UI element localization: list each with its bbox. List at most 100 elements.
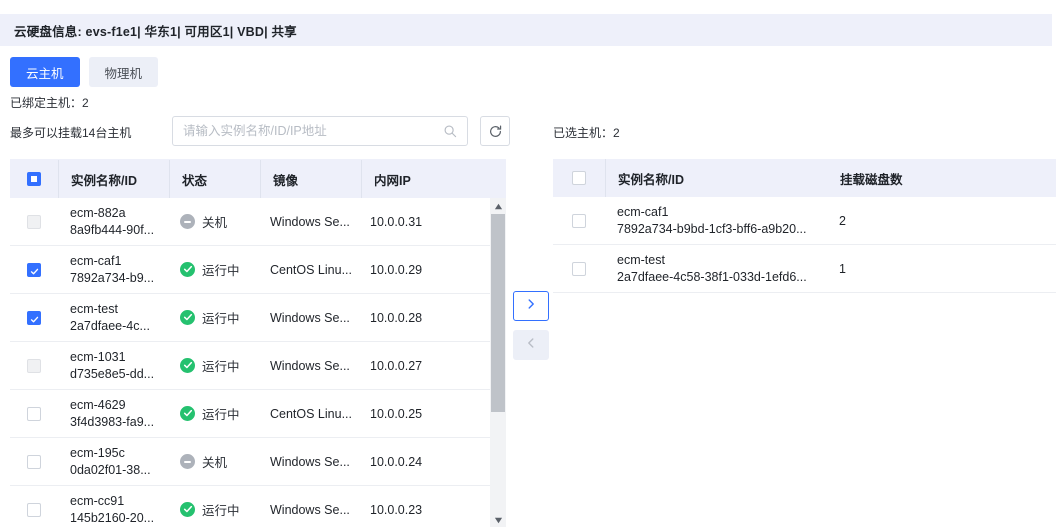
available-hosts-table-header: 实例名称/ID 状态 镜像 内网IP xyxy=(10,160,506,198)
cell-status: 运行中 xyxy=(168,404,258,423)
cell-instance-name: ecm-882a8a9fb444-90f... xyxy=(58,205,168,239)
column-header-image: 镜像 xyxy=(261,160,361,198)
status-label: 关机 xyxy=(202,212,227,231)
cell-status: 运行中 xyxy=(168,356,258,375)
instance-name: ecm-4629 xyxy=(70,397,168,414)
refresh-button[interactable] xyxy=(480,116,510,146)
cell-private-ip: 10.0.0.24 xyxy=(358,455,468,469)
cell-instance-name: ecm-cc91145b2160-20... xyxy=(58,493,168,527)
row-checkbox[interactable] xyxy=(572,262,586,276)
host-type-tabs: 云主机 物理机 xyxy=(10,57,158,87)
scroll-down-arrow-icon[interactable] xyxy=(490,512,506,527)
status-running-icon xyxy=(180,502,195,517)
instance-name: ecm-test xyxy=(617,252,827,269)
selected-hosts-table-header: 实例名称/ID 挂载磁盘数 xyxy=(553,159,1056,197)
check-mark-icon xyxy=(183,311,193,325)
instance-id: 0da02f01-38... xyxy=(70,462,168,479)
refresh-icon xyxy=(488,124,503,139)
instance-name: ecm-882a xyxy=(70,205,168,222)
table-row[interactable]: ecm-1031d735e8e5-dd...运行中Windows Se...10… xyxy=(10,342,506,390)
minus-mark-icon xyxy=(184,221,191,223)
tab-physical-host[interactable]: 物理机 xyxy=(89,57,159,87)
row-checkbox[interactable] xyxy=(27,455,41,469)
check-mark-icon xyxy=(183,359,193,373)
search-icon[interactable] xyxy=(443,124,457,138)
row-checkbox-cell xyxy=(10,359,58,373)
scrollbar-track[interactable] xyxy=(490,214,506,512)
move-right-button[interactable] xyxy=(513,291,549,321)
table-row[interactable]: ecm-195c0da02f01-38...关机Windows Se...10.… xyxy=(10,438,506,486)
tab-cloud-host[interactable]: 云主机 xyxy=(10,57,80,87)
status-label: 运行中 xyxy=(202,356,240,375)
table-row[interactable]: ecm-caf17892a734-b9bd-1cf3-bff6-a9b20...… xyxy=(553,197,1056,245)
table-row[interactable]: ecm-caf17892a734-b9...运行中CentOS Linu...1… xyxy=(10,246,506,294)
cell-instance-name: ecm-test2a7dfaee-4c58-38f1-033d-1efd6... xyxy=(605,252,827,286)
scroll-up-arrow-icon[interactable] xyxy=(490,198,506,214)
select-all-checkbox[interactable] xyxy=(27,172,41,186)
row-checkbox[interactable] xyxy=(27,215,41,229)
table-row[interactable]: ecm-test2a7dfaee-4c58-38f1-033d-1efd6...… xyxy=(553,245,1056,293)
cell-instance-name: ecm-195c0da02f01-38... xyxy=(58,445,168,479)
cell-status: 关机 xyxy=(168,452,258,471)
row-checkbox-cell xyxy=(553,214,605,228)
search-input[interactable] xyxy=(183,124,443,138)
vertical-scrollbar[interactable] xyxy=(490,198,506,527)
cell-private-ip: 10.0.0.23 xyxy=(358,503,468,517)
chevron-right-icon xyxy=(525,297,537,315)
selected-hosts-table: 实例名称/ID 挂载磁盘数 ecm-caf17892a734-b9bd-1cf3… xyxy=(553,159,1056,293)
column-header-name: 实例名称/ID xyxy=(59,160,169,198)
row-checkbox-cell xyxy=(10,215,58,229)
row-checkbox-cell xyxy=(10,311,58,325)
check-mark-icon xyxy=(30,265,39,274)
status-running-icon xyxy=(180,262,195,277)
table-row[interactable]: ecm-882a8a9fb444-90f...关机Windows Se...10… xyxy=(10,198,506,246)
table-row[interactable]: ecm-test2a7dfaee-4c...运行中Windows Se...10… xyxy=(10,294,506,342)
column-header-name: 实例名称/ID xyxy=(606,159,828,197)
cell-private-ip: 10.0.0.27 xyxy=(358,359,468,373)
row-checkbox[interactable] xyxy=(27,263,41,277)
row-checkbox[interactable] xyxy=(27,359,41,373)
attach-host-dialog: 云硬盘信息: evs-f1e1| 华东1| 可用区1| VBD| 共享 云主机 … xyxy=(0,0,1064,527)
row-checkbox-cell xyxy=(10,407,58,421)
select-all-checkbox[interactable] xyxy=(572,171,586,185)
column-header-ip: 内网IP xyxy=(362,160,472,198)
row-checkbox-cell xyxy=(10,503,58,517)
status-stopped-icon xyxy=(180,454,195,469)
cell-image: Windows Se... xyxy=(258,503,358,517)
cell-private-ip: 10.0.0.31 xyxy=(358,215,468,229)
cell-image: Windows Se... xyxy=(258,455,358,469)
status-running-icon xyxy=(180,358,195,373)
cell-private-ip: 10.0.0.29 xyxy=(358,263,468,277)
status-running-icon xyxy=(180,406,195,421)
check-mark-icon xyxy=(183,503,193,517)
row-checkbox[interactable] xyxy=(27,311,41,325)
available-hosts-table-body: ecm-882a8a9fb444-90f...关机Windows Se...10… xyxy=(10,198,506,527)
status-label: 运行中 xyxy=(202,404,240,423)
status-label: 运行中 xyxy=(202,500,240,519)
cell-private-ip: 10.0.0.28 xyxy=(358,311,468,325)
instance-name: ecm-1031 xyxy=(70,349,168,366)
cell-image: CentOS Linu... xyxy=(258,263,358,277)
status-badge: 运行中 xyxy=(180,500,258,519)
tab-cloud-host-label: 云主机 xyxy=(26,63,64,82)
column-header-status: 状态 xyxy=(170,160,260,198)
scrollbar-thumb[interactable] xyxy=(491,214,505,412)
chevron-left-icon xyxy=(525,336,537,354)
move-left-button[interactable] xyxy=(513,330,549,360)
cell-status: 运行中 xyxy=(168,500,258,519)
table-row[interactable]: ecm-46293f4d3983-fa9...运行中CentOS Linu...… xyxy=(10,390,506,438)
cell-instance-name: ecm-46293f4d3983-fa9... xyxy=(58,397,168,431)
row-checkbox[interactable] xyxy=(27,503,41,517)
row-checkbox[interactable] xyxy=(27,407,41,421)
search-box[interactable] xyxy=(172,116,468,146)
row-checkbox[interactable] xyxy=(572,214,586,228)
row-checkbox-cell xyxy=(10,455,58,469)
instance-name: ecm-195c xyxy=(70,445,168,462)
status-badge: 运行中 xyxy=(180,356,258,375)
cell-instance-name: ecm-test2a7dfaee-4c... xyxy=(58,301,168,335)
status-badge: 运行中 xyxy=(180,404,258,423)
table-row[interactable]: ecm-cc91145b2160-20... 运行中 Windows Se...10… xyxy=(10,486,506,527)
tab-physical-host-label: 物理机 xyxy=(105,63,143,82)
cell-disk-count: 2 xyxy=(827,214,1052,228)
cell-status: 关机 xyxy=(168,212,258,231)
